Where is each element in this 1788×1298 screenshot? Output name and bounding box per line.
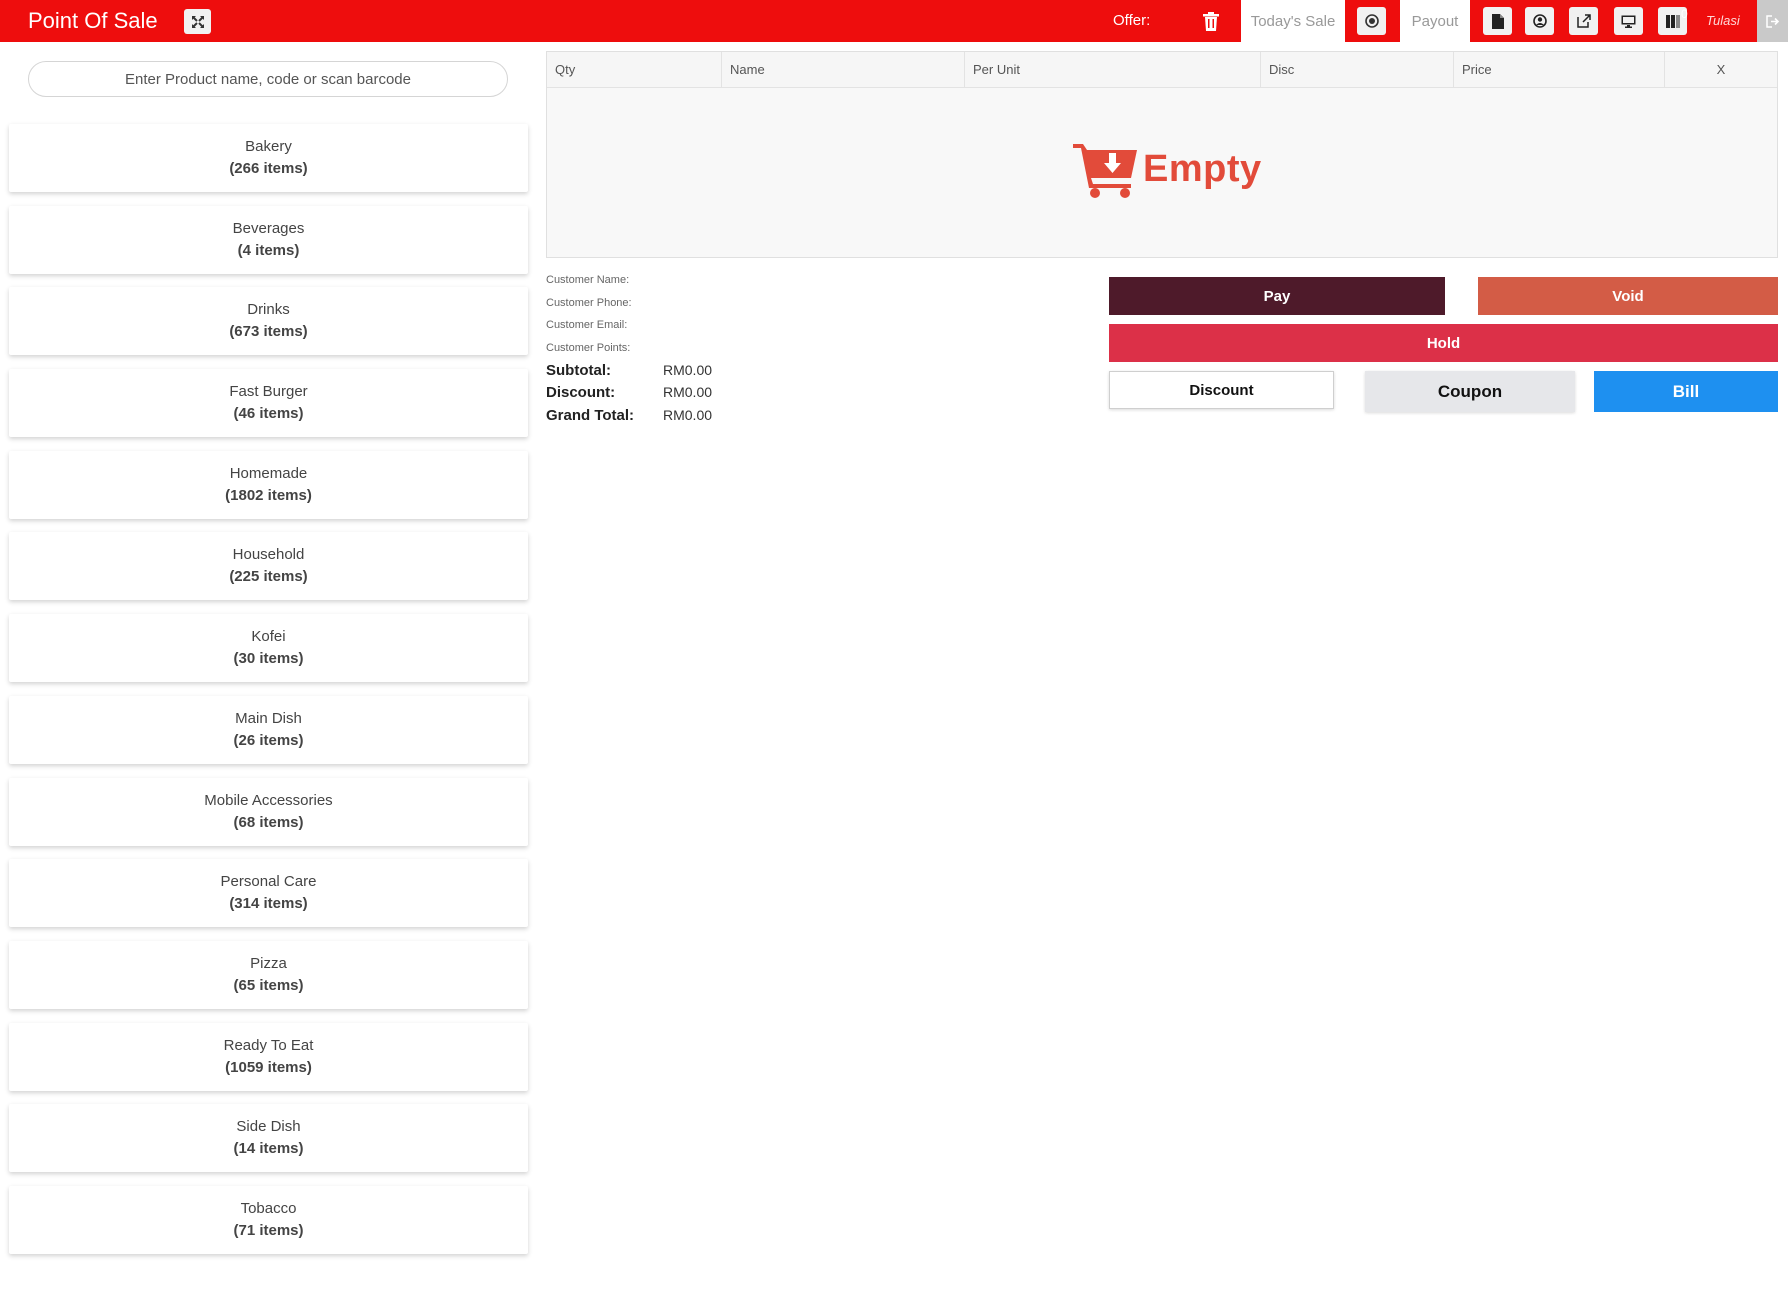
record-button[interactable] [1357,7,1386,35]
category-card[interactable]: Side Dish (14 items) [9,1104,528,1173]
customer-points-label: Customer Points: [546,342,631,354]
category-card[interactable]: Fast Burger (46 items) [9,369,528,438]
category-count: (266 items) [229,160,308,177]
top-bar: Point Of Sale Offer: Today's Sale Payout [0,0,1788,42]
discount-value: RM0.00 [663,384,713,400]
held-orders-badge: 0 [1681,7,1688,21]
category-card[interactable]: Tobacco (71 items) [9,1185,528,1254]
app-title: Point Of Sale [28,8,158,33]
column-price: Price [1454,52,1665,88]
category-card[interactable]: Mobile Accessories (68 items) [9,777,528,846]
grand-total-label: Grand Total: [546,407,635,424]
category-count: (71 items) [233,1221,304,1239]
customer-button[interactable] [1525,7,1554,35]
empty-cart-placeholder: Empty [1073,140,1262,198]
category-name: Fast Burger [229,383,308,401]
category-count: (30 items) [233,650,304,668]
category-count: (26 items) [233,731,304,749]
category-count: (46 items) [233,405,304,423]
category-count: (65 items) [233,976,304,994]
fullscreen-button[interactable] [184,9,211,34]
empty-cart-text: Empty [1143,147,1262,190]
category-name: Side Dish [236,1118,301,1136]
column-remove: X [1716,62,1726,77]
record-icon [1364,14,1379,28]
clear-cart-button[interactable] [1196,8,1226,34]
category-card[interactable]: Beverages (4 items) [9,205,528,274]
category-card[interactable]: Bakery (266 items) [9,124,528,192]
todays-sale-button[interactable]: Today's Sale [1241,0,1345,42]
coupon-button[interactable]: Coupon [1365,371,1575,412]
category-name: Personal Care [220,873,317,891]
category-card[interactable]: Pizza (65 items) [9,940,528,1009]
category-count: (14 items) [233,1140,304,1158]
category-name: Pizza [250,954,287,972]
category-name: Mobile Accessories [204,791,333,809]
category-name: Main Dish [235,709,302,727]
subtotal-label: Subtotal: [546,362,611,379]
category-count: (673 items) [229,323,308,341]
payout-button[interactable]: Payout [1400,0,1470,42]
category-count: (314 items) [229,895,308,913]
report-button[interactable] [1483,7,1512,35]
cart-download-icon [1073,144,1137,198]
category-card[interactable]: Homemade (1802 items) [9,450,528,519]
product-search-input[interactable] [28,61,508,97]
category-name: Ready To Eat [223,1036,314,1054]
hold-button[interactable]: Hold [1109,324,1778,362]
category-count: (4 items) [237,241,300,259]
offer-label: Offer: [1113,12,1151,29]
customer-email-label: Customer Email: [546,319,628,331]
void-button[interactable]: Void [1478,277,1778,315]
cart-header: Qty Name Per Unit Disc Price X [547,52,1777,88]
category-card[interactable]: Personal Care (314 items) [9,859,528,928]
columns-icon [1665,14,1680,28]
discount-label: Discount: [546,384,616,401]
document-icon [1491,13,1504,29]
category-name: Drinks [247,301,290,319]
category-name: Household [232,546,305,564]
open-external-button[interactable] [1569,7,1598,35]
category-card[interactable]: Household (225 items) [9,532,528,601]
customer-display-button[interactable] [1614,7,1643,35]
column-per-unit: Per Unit [965,52,1261,88]
category-count: (68 items) [233,813,304,831]
category-count: (1802 items) [225,486,312,504]
external-link-icon [1576,14,1591,28]
category-name: Kofei [251,628,286,646]
monitor-icon [1621,15,1636,28]
category-name: Beverages [232,219,305,237]
category-card[interactable]: Drinks (673 items) [9,287,528,356]
cart-table: Qty Name Per Unit Disc Price X Empty [546,51,1778,258]
category-card[interactable]: Ready To Eat (1059 items) [9,1022,528,1091]
category-list: Bakery (266 items) Beverages (4 items) Dri… [9,124,528,1268]
trash-icon [1203,11,1219,31]
expand-icon [191,15,204,28]
bill-button[interactable]: Bill [1594,371,1778,412]
user-icon [1532,14,1547,28]
grand-total-value: RM0.00 [663,407,713,423]
customer-phone-label: Customer Phone: [546,297,632,309]
category-name: Homemade [229,464,308,482]
category-name: Bakery [245,138,292,155]
column-name: Name [722,52,965,88]
category-count: (1059 items) [225,1058,312,1076]
username: Tulasi [1706,13,1740,28]
category-name: Tobacco [240,1199,297,1217]
subtotal-value: RM0.00 [663,362,713,378]
column-disc: Disc [1261,52,1454,88]
logout-icon [1765,14,1779,28]
category-count: (225 items) [229,568,308,586]
customer-name-label: Customer Name: [546,274,630,286]
column-qty: Qty [547,52,722,88]
pay-button[interactable]: Pay [1109,277,1445,315]
category-card[interactable]: Main Dish (26 items) [9,695,528,764]
logout-button[interactable] [1757,0,1788,42]
category-card[interactable]: Kofei (30 items) [9,614,528,683]
discount-button[interactable]: Discount [1109,371,1334,409]
